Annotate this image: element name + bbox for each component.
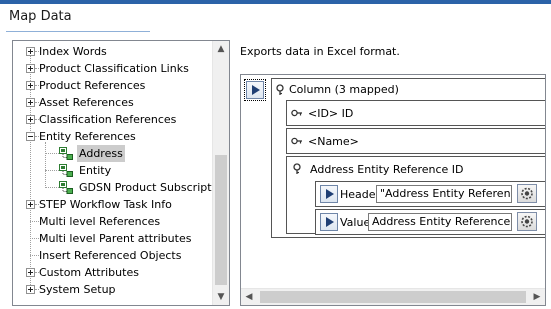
- tree-item-multi-level-parent-attributes[interactable]: Multi level Parent attributes: [13, 230, 209, 247]
- tree-item-label: Index Words: [39, 45, 107, 58]
- header-play-button[interactable]: [320, 185, 338, 203]
- scrollbar-thumb[interactable]: [260, 291, 526, 303]
- expand-icon[interactable]: [26, 200, 35, 209]
- tree-item-label: Entity: [79, 164, 112, 177]
- tree-item-label: Address: [77, 145, 125, 162]
- chevron-down-icon[interactable]: ▼: [213, 289, 229, 305]
- header-value-field[interactable]: "Address Entity Reference": [376, 185, 512, 203]
- tree-item-label: Multi level Parent attributes: [39, 232, 192, 245]
- key-icon: [293, 163, 301, 174]
- value-field[interactable]: Address Entity Reference ID: [368, 213, 512, 231]
- column-label: Column (3 mapped): [289, 83, 399, 96]
- value-row: Value Address Entity Reference ID: [315, 209, 545, 235]
- tree-item-label: Multi level References: [39, 215, 161, 228]
- key-icon: [291, 109, 302, 117]
- header-gear-button[interactable]: [517, 184, 537, 203]
- title-underline: [6, 31, 150, 32]
- value-gear-button[interactable]: [517, 212, 537, 231]
- expand-icon[interactable]: [26, 98, 35, 107]
- gear-icon: [521, 187, 533, 200]
- mapping-horizontal-scrollbar[interactable]: ◀ ▶: [241, 288, 545, 305]
- tree-item-entity-references[interactable]: Entity References: [13, 128, 209, 145]
- tree-item-address[interactable]: Address: [13, 145, 209, 162]
- attribute-box: Address Entity Reference ID Header "Addr…: [286, 156, 545, 235]
- tree-item-product-references[interactable]: Product References: [13, 77, 209, 94]
- column-play-button[interactable]: [244, 79, 266, 101]
- tree-item-asset-references[interactable]: Asset References: [13, 94, 209, 111]
- export-description: Exports data in Excel format.: [240, 45, 400, 58]
- tree-item-classification-references[interactable]: Classification References: [13, 111, 209, 128]
- page-title: Map Data: [9, 9, 72, 24]
- expand-icon[interactable]: [26, 47, 35, 56]
- expand-icon[interactable]: [26, 81, 35, 90]
- expand-icon[interactable]: [26, 268, 35, 277]
- tree-item-label: Entity References: [39, 130, 136, 143]
- chevron-left-icon[interactable]: ◀: [241, 289, 257, 305]
- column-box: Column (3 mapped) <ID> ID <Name> Address…: [271, 78, 545, 238]
- tree-item-gdsn-product-subscription[interactable]: GDSN Product Subscription: [13, 179, 228, 196]
- header-label: Header: [340, 188, 381, 201]
- tree-panel[interactable]: Index Words Product Classification Links P…: [12, 40, 230, 306]
- entity-icon: [59, 147, 73, 160]
- tree-item-label: Classification References: [39, 113, 177, 126]
- name-row-label: <Name>: [308, 135, 359, 148]
- tree-item-multi-level-references[interactable]: Multi level References: [13, 213, 209, 230]
- name-row[interactable]: <Name>: [286, 128, 545, 154]
- tree-item-insert-referenced-objects[interactable]: Insert Referenced Objects: [13, 247, 209, 264]
- tree-item-label: GDSN Product Subscription: [79, 181, 229, 194]
- tree-item-step-workflow-task-info[interactable]: STEP Workflow Task Info: [13, 196, 209, 213]
- expand-icon[interactable]: [26, 64, 35, 73]
- window-top-bar: [0, 0, 551, 4]
- id-row-label: <ID> ID: [308, 107, 354, 120]
- tree-item-label: Product Classification Links: [39, 62, 189, 75]
- entity-icon: [59, 181, 73, 194]
- value-label: Value: [340, 216, 371, 229]
- tree-item-label: Asset References: [39, 96, 134, 109]
- tree-vertical-scrollbar[interactable]: ▲ ▼: [212, 41, 229, 305]
- scrollbar-thumb[interactable]: [215, 155, 227, 285]
- key-icon: [291, 137, 302, 145]
- chevron-right-icon[interactable]: ▶: [529, 289, 545, 305]
- key-icon: [276, 84, 284, 95]
- header-row: Header "Address Entity Reference": [315, 181, 545, 207]
- id-row[interactable]: <ID> ID: [286, 100, 545, 126]
- value-play-button[interactable]: [320, 213, 338, 231]
- tree-item-label: Custom Attributes: [39, 266, 139, 279]
- entity-icon: [59, 164, 73, 177]
- tree-item-entity[interactable]: Entity: [13, 162, 209, 179]
- attribute-label: Address Entity Reference ID: [310, 163, 464, 176]
- tree-item-label: Product References: [39, 79, 146, 92]
- tree-item-index-words[interactable]: Index Words: [13, 43, 209, 60]
- collapse-icon[interactable]: [26, 132, 35, 141]
- chevron-up-icon[interactable]: ▲: [213, 41, 229, 57]
- tree-item-label: System Setup: [39, 283, 116, 296]
- expand-icon[interactable]: [26, 115, 35, 124]
- mapping-panel[interactable]: Column (3 mapped) <ID> ID <Name> Address…: [240, 74, 546, 306]
- tree-item-system-setup[interactable]: System Setup: [13, 281, 209, 298]
- expand-icon[interactable]: [26, 285, 35, 294]
- tree-item-label: Insert Referenced Objects: [39, 249, 182, 262]
- tree-item-product-classification-links[interactable]: Product Classification Links: [13, 60, 209, 77]
- gear-icon: [521, 215, 533, 228]
- tree-item-label: STEP Workflow Task Info: [39, 198, 172, 211]
- tree-item-custom-attributes[interactable]: Custom Attributes: [13, 264, 209, 281]
